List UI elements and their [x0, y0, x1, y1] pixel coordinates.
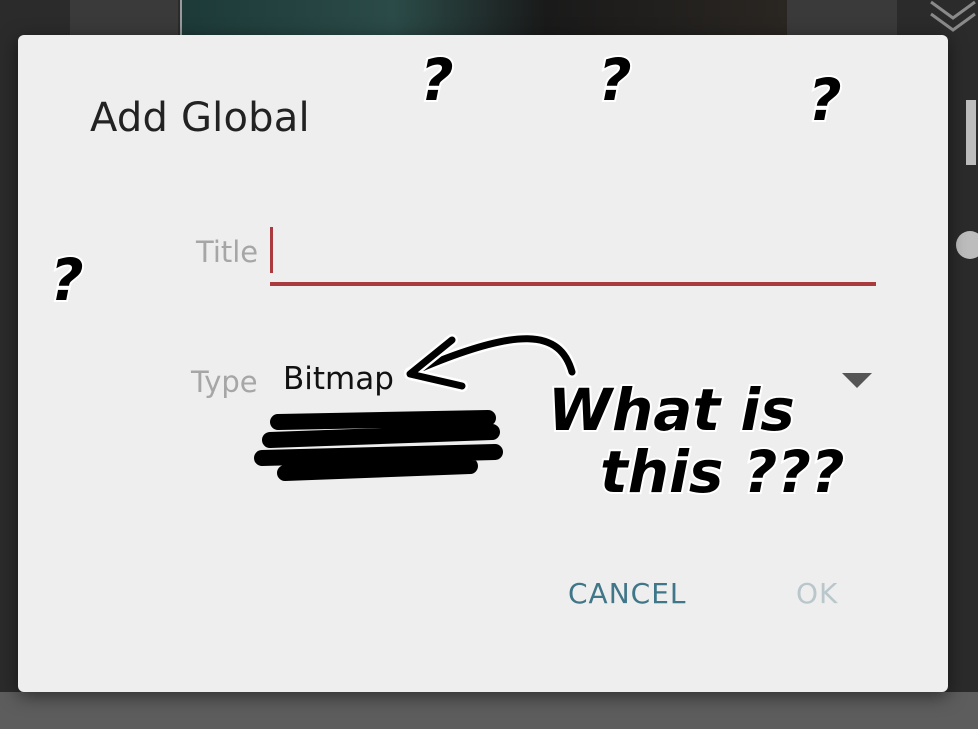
cancel-button[interactable]: CANCEL	[568, 577, 687, 610]
ok-button[interactable]: OK	[796, 577, 838, 610]
type-dropdown[interactable]: Bitmap	[276, 355, 876, 413]
dialog-title: Add Global	[90, 95, 310, 141]
title-input[interactable]	[270, 228, 876, 286]
type-label: Type	[191, 365, 258, 399]
add-global-dialog: Add Global Title Type Bitmap CANCEL OK	[18, 35, 948, 692]
text-caret	[270, 227, 273, 273]
background-image-thumbnail	[180, 0, 789, 40]
triangle-down-icon[interactable]	[842, 373, 872, 388]
layers-icon	[930, 0, 976, 32]
background-panel-left	[70, 0, 178, 40]
title-label: Title	[196, 235, 259, 269]
background-side-toolbar	[956, 100, 978, 259]
background-panel-right	[787, 0, 897, 40]
type-selected-value: Bitmap	[283, 361, 394, 397]
background-bottom-bar	[0, 692, 978, 729]
